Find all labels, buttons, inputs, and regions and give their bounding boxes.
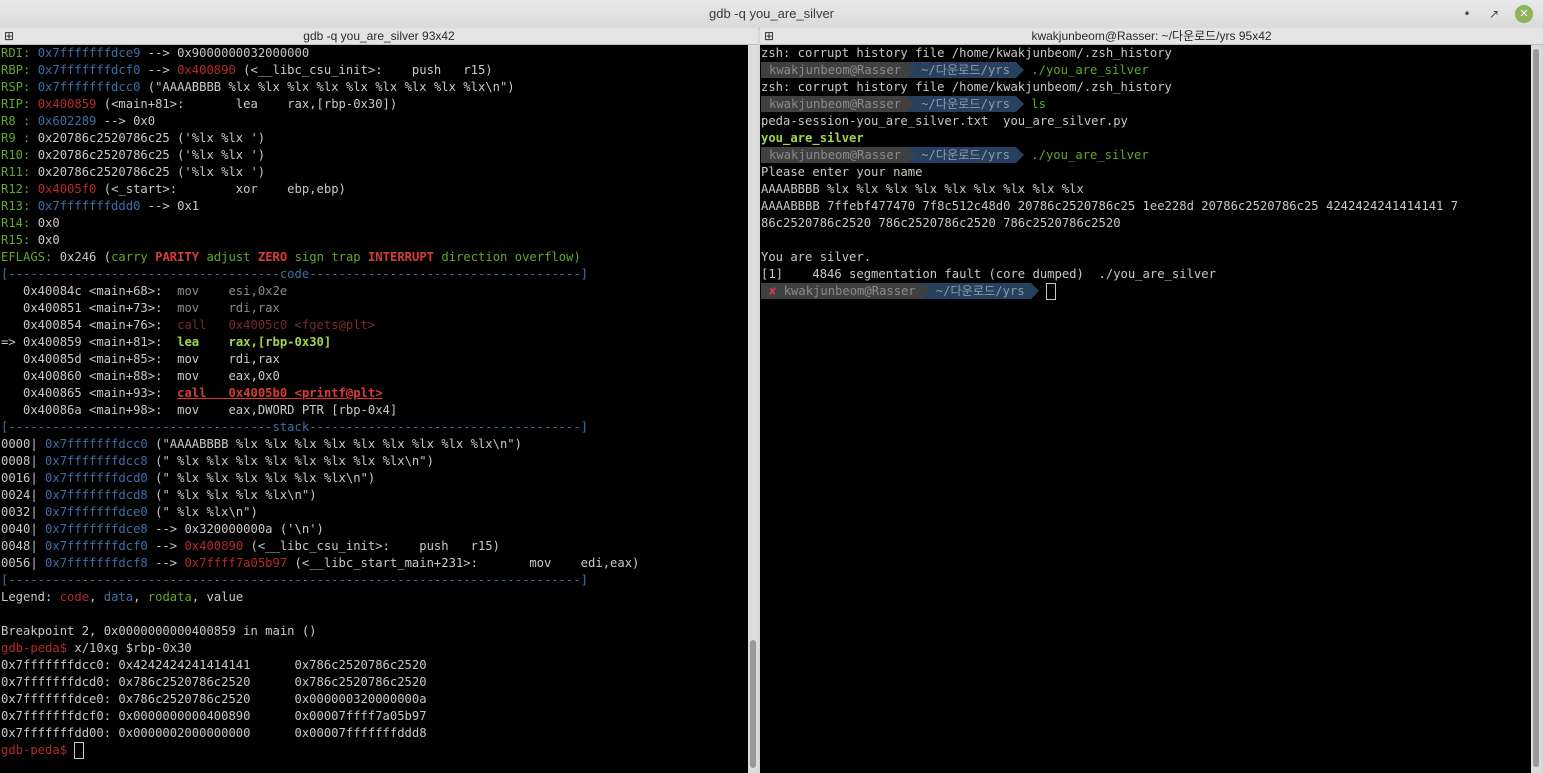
code-line: 0x400854 <main+76>: call 0x4005c0 <fgets… — [1, 318, 376, 332]
left-pane-title: gdb -q you_are_silver 93x42 — [303, 29, 455, 43]
right-pane-title-bar: ⊞ kwakjunbeom@Rasser: ~/다운로드/yrs 95x42 — [760, 28, 1543, 45]
output-line-executable: you_are_silver — [761, 131, 864, 145]
register-rsp: RSP: 0x7fffffffdcc0 ("AAAABBBB %lx %lx %… — [1, 80, 515, 94]
active-prompt[interactable]: ✘ kwakjunbeom@Rasser ~/다운로드/yrs — [761, 283, 1056, 300]
output-line: Please enter your name — [761, 165, 923, 179]
stack-line: 0040| 0x7fffffffdce8 --> 0x320000000a ('… — [1, 522, 324, 536]
memory-dump-line: 0x7fffffffdd00: 0x0000002000000000 0x000… — [1, 726, 427, 740]
window-titlebar: gdb -q you_are_silver • ↗ ✕ — [0, 0, 1543, 29]
right-scrollbar[interactable] — [1531, 45, 1541, 773]
window-title: gdb -q you_are_silver — [708, 6, 835, 21]
left-pane-title-bar: ⊞ gdb -q you_are_silver 93x42 — [0, 28, 758, 45]
stack-separator: [------------------------------------sta… — [1, 420, 589, 434]
error-icon: ✘ — [769, 284, 777, 298]
memory-dump-line: 0x7fffffffdcc0: 0x4242424241414141 0x786… — [1, 658, 427, 672]
code-separator: [-------------------------------------co… — [1, 267, 589, 281]
code-line: 0x400865 <main+93>: call 0x4005b0 <print… — [1, 386, 383, 400]
right-terminal[interactable]: zsh: corrupt history file /home/kwakjunb… — [760, 45, 1531, 773]
active-prompt[interactable]: gdb-peda$ — [1, 742, 85, 759]
legend: Legend: code, data, rodata, value — [1, 590, 244, 604]
register-rip: RIP: 0x400859 (<main+81>: lea rax,[rbp-0… — [1, 97, 398, 111]
code-line: 0x40085d <main+85>: mov rdi,rax — [1, 352, 280, 366]
register-r10: R10: 0x20786c2520786c25 ('%lx %lx ') — [1, 148, 266, 162]
output-line: zsh: corrupt history file /home/kwakjunb… — [761, 46, 1172, 60]
prompt-line: kwakjunbeom@Rasser ~/다운로드/yrs ./you_are_s… — [761, 147, 1149, 164]
register-r12: R12: 0x4005f0 (<_start>: xor ebp,ebp) — [1, 182, 346, 196]
output-line: AAAABBBB 7ffebf477470 7f8c512c48d0 20786… — [761, 199, 1459, 213]
output-line: AAAABBBB %lx %lx %lx %lx %lx %lx %lx %lx… — [761, 182, 1084, 196]
stack-line: 0016| 0x7fffffffdcd0 (" %lx %lx %lx %lx … — [1, 471, 376, 485]
register-rdi: RDI: 0x7fffffffdce9 --> 0x90000000320000… — [1, 46, 310, 60]
code-line: 0x400860 <main+88>: mov eax,0x0 — [1, 369, 280, 383]
prompt-line: kwakjunbeom@Rasser ~/다운로드/yrs ls — [761, 96, 1046, 113]
stack-line: 0024| 0x7fffffffdcd8 (" %lx %lx %lx %lx\… — [1, 488, 317, 502]
scrollbar-thumb[interactable] — [1533, 49, 1539, 767]
grid-icon[interactable]: ⊞ — [764, 29, 774, 43]
register-r13: R13: 0x7fffffffddd0 --> 0x1 — [1, 199, 200, 213]
memory-dump-line: 0x7fffffffdcf0: 0x0000000000400890 0x000… — [1, 709, 427, 723]
left-terminal[interactable]: RDI: 0x7fffffffdce9 --> 0x90000000320000… — [0, 45, 748, 773]
output-line: peda-session-you_are_silver.txt you_are_… — [761, 114, 1128, 128]
output-line: zsh: corrupt history file /home/kwakjunb… — [761, 80, 1172, 94]
register-r8: R8 : 0x602289 --> 0x0 — [1, 114, 156, 128]
close-button[interactable]: ✕ — [1515, 5, 1533, 23]
register-r9: R9 : 0x20786c2520786c25 ('%lx %lx ') — [1, 131, 266, 145]
maximize-button[interactable]: ↗ — [1485, 5, 1503, 23]
left-scrollbar[interactable] — [748, 45, 758, 773]
register-r14: R14: 0x0 — [1, 216, 60, 230]
scrollbar-thumb[interactable] — [750, 640, 756, 768]
code-line: 0x40086a <main+98>: mov eax,DWORD PTR [r… — [1, 403, 398, 417]
breakpoint-info: Breakpoint 2, 0x0000000000400859 in main… — [1, 624, 317, 638]
right-pane-title: kwakjunbeom@Rasser: ~/다운로드/yrs 95x42 — [1031, 29, 1272, 43]
grid-icon[interactable]: ⊞ — [4, 29, 14, 43]
register-rbp: RBP: 0x7fffffffdcf0 --> 0x400890 (<__lib… — [1, 63, 493, 77]
stack-line: 0000| 0x7fffffffdcc0 ("AAAABBBB %lx %lx … — [1, 437, 522, 451]
output-line: 86c2520786c2520 786c2520786c2520 786c252… — [761, 216, 1121, 230]
text-cursor — [1045, 283, 1056, 300]
register-eflags: EFLAGS: 0x246 (carry PARITY adjust ZERO … — [1, 250, 581, 264]
code-line: 0x400851 <main+73>: mov rdi,rax — [1, 301, 280, 315]
end-separator: [---------------------------------------… — [1, 573, 588, 587]
memory-dump-line: 0x7fffffffdce0: 0x786c2520786c2520 0x000… — [1, 692, 427, 706]
register-r15: R15: 0x0 — [1, 233, 60, 247]
memory-dump-line: 0x7fffffffdcd0: 0x786c2520786c2520 0x786… — [1, 675, 427, 689]
code-line-current: => 0x400859 <main+81>: lea rax,[rbp-0x30… — [1, 335, 332, 349]
prompt-line: kwakjunbeom@Rasser ~/다운로드/yrs ./you_are_s… — [761, 62, 1149, 79]
text-cursor — [74, 742, 85, 759]
stack-line: 0008| 0x7fffffffdcc8 (" %lx %lx %lx %lx … — [1, 454, 434, 468]
minimize-button[interactable]: • — [1458, 5, 1476, 23]
command-line: gdb-peda$ x/10xg $rbp-0x30 — [1, 641, 192, 655]
register-r11: R11: 0x20786c2520786c25 ('%lx %lx ') — [1, 165, 266, 179]
stack-line: 0032| 0x7fffffffdce0 (" %lx %lx\n") — [1, 505, 258, 519]
output-line: [1] 4846 segmentation fault (core dumped… — [761, 267, 1216, 281]
stack-line: 0056| 0x7fffffffdcf8 --> 0x7ffff7a05b97 … — [1, 556, 640, 570]
stack-line: 0048| 0x7fffffffdcf0 --> 0x400890 (<__li… — [1, 539, 500, 553]
output-line: You are silver. — [761, 250, 872, 264]
code-line: 0x40084c <main+68>: mov esi,0x2e — [1, 284, 288, 298]
